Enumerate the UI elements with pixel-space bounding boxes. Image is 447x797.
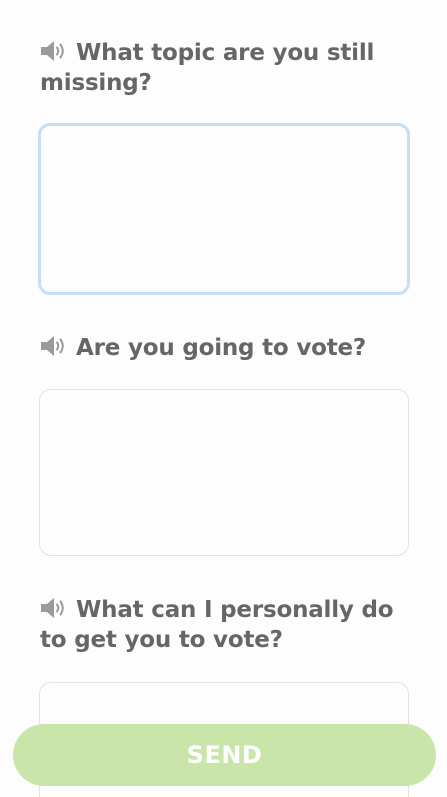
- question-3-text: What can I personally do to get you to v…: [40, 597, 394, 653]
- send-button[interactable]: SEND: [13, 724, 436, 786]
- speaker-icon[interactable]: [40, 597, 68, 619]
- question-2-text: Are you going to vote?: [76, 335, 367, 361]
- question-1-text: What topic are you still missing?: [40, 40, 375, 96]
- survey-page: What topic are you still missing? Are yo…: [0, 0, 447, 797]
- speaker-icon[interactable]: [40, 335, 68, 357]
- question-3: What can I personally do to get you to v…: [40, 595, 415, 655]
- question-1: What topic are you still missing?: [40, 38, 415, 98]
- answer-2-field[interactable]: [39, 389, 409, 556]
- speaker-icon[interactable]: [40, 40, 68, 62]
- answer-1-field[interactable]: [38, 123, 410, 295]
- question-2: Are you going to vote?: [40, 333, 415, 363]
